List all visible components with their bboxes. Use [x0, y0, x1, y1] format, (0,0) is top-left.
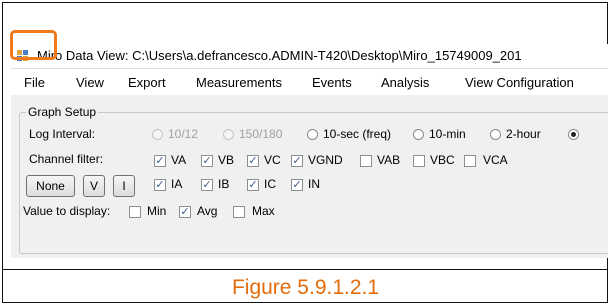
checkbox-min-label: Min [147, 204, 167, 218]
checkbox-ia-label: IA [171, 177, 183, 191]
radio-2-hour-label: 2-hour [506, 127, 541, 141]
app-window: Miro Data View: C:\Users\a.defrancesco.A… [11, 44, 608, 258]
figure-divider [2, 269, 608, 270]
checkbox-vbc[interactable] [413, 155, 425, 167]
figure-caption: Figure 5.9.1.2.1 [231, 276, 380, 299]
checkbox-ic-label: IC [264, 177, 276, 191]
window-title: Miro Data View: C:\Users\a.defrancesco.A… [37, 48, 522, 63]
radio-2-hour[interactable] [490, 129, 501, 140]
checkbox-vbc-label: VBC [430, 153, 455, 167]
radio-10-min[interactable] [413, 129, 424, 140]
checkbox-ia[interactable]: ✓ [154, 179, 166, 191]
radio-selected-interval[interactable] [568, 129, 579, 140]
checkbox-va[interactable]: ✓ [154, 155, 166, 167]
menu-file[interactable]: File [24, 75, 45, 90]
menu-analysis[interactable]: Analysis [381, 75, 429, 90]
checkbox-vab-label: VAB [377, 153, 401, 167]
checkbox-vc-label: VC [264, 153, 281, 167]
menu-export[interactable]: Export [128, 75, 166, 90]
i-button[interactable]: I [113, 175, 135, 197]
checkbox-vca[interactable] [464, 155, 476, 167]
menu-view[interactable]: View [76, 75, 104, 90]
radio-10-sec[interactable] [307, 129, 318, 140]
checkbox-vca-label: VCA [483, 153, 508, 167]
checkbox-in-label: IN [308, 177, 320, 191]
radio-150-180-label: 150/180 [239, 127, 283, 141]
checkbox-avg[interactable]: ✓ [179, 206, 191, 218]
title-bar: Miro Data View: C:\Users\a.defrancesco.A… [11, 44, 608, 69]
checkbox-min[interactable] [129, 206, 141, 218]
radio-10-12-label: 10/12 [168, 127, 199, 141]
checkbox-ib[interactable]: ✓ [201, 179, 213, 191]
menu-measurements[interactable]: Measurements [196, 75, 282, 90]
graph-setup-label: Graph Setup [26, 105, 99, 119]
channel-filter-label: Channel filter: [29, 152, 104, 166]
checkbox-ib-label: IB [218, 177, 230, 191]
checkbox-in[interactable]: ✓ [291, 179, 303, 191]
checkbox-avg-label: Avg [197, 204, 218, 218]
menu-events[interactable]: Events [312, 75, 352, 90]
checkbox-vb[interactable]: ✓ [201, 155, 213, 167]
none-button[interactable]: None [26, 175, 75, 197]
menu-view-configuration[interactable]: View Configuration [465, 75, 574, 90]
checkbox-vgnd-label: VGND [308, 153, 343, 167]
checkbox-max-label: Max [252, 204, 275, 218]
checkbox-vgnd[interactable]: ✓ [291, 155, 303, 167]
checkbox-vab[interactable] [360, 155, 372, 167]
radio-10-12[interactable] [152, 129, 163, 140]
value-display-label: Value to display: [23, 204, 111, 218]
checkbox-vc[interactable]: ✓ [247, 155, 259, 167]
radio-10-sec-label: 10-sec (freq) [323, 127, 392, 141]
v-button[interactable]: V [83, 175, 105, 197]
log-interval-label: Log Interval: [29, 127, 96, 141]
checkbox-va-label: VA [171, 153, 187, 167]
file-menu-highlight [10, 30, 57, 60]
radio-150-180[interactable] [223, 129, 234, 140]
checkbox-max[interactable] [233, 206, 245, 218]
radio-10-min-label: 10-min [429, 127, 466, 141]
checkbox-ic[interactable]: ✓ [247, 179, 259, 191]
menu-bar: File View Export Measurements Events Ana… [11, 69, 608, 95]
checkbox-vb-label: VB [218, 153, 235, 167]
graph-setup-group: Graph Setup Log Interval: 10/12 150/180 … [19, 105, 608, 254]
